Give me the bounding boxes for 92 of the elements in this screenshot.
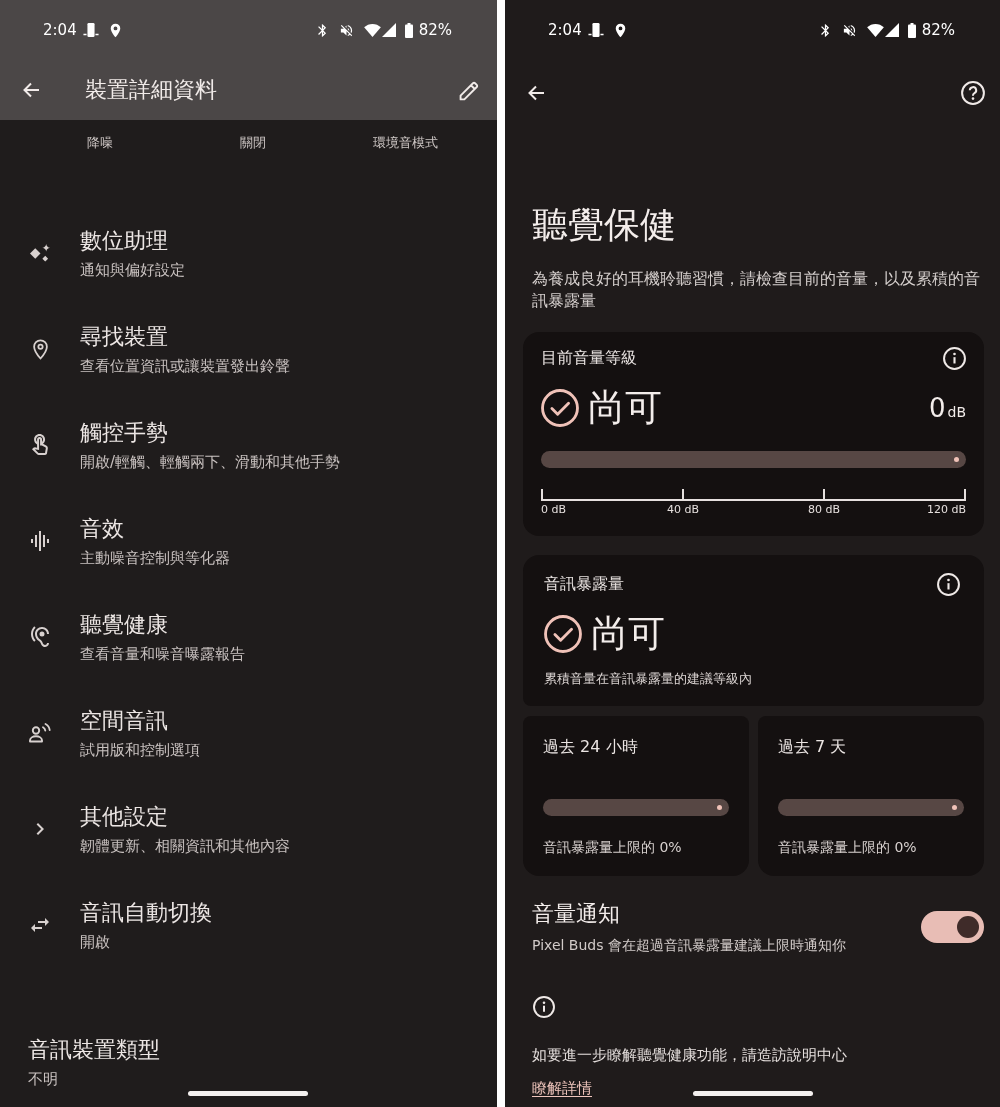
settings-item[interactable]: 聽覺健康 查看音量和噪音曝露報告 [0, 589, 497, 685]
status-text: 尚可 [588, 386, 662, 430]
back-arrow-icon [527, 85, 545, 101]
battery-icon [907, 22, 916, 38]
edit-pencil-icon [459, 79, 480, 101]
sparkle-icon [29, 243, 51, 263]
speaker-muted-icon [841, 22, 857, 38]
info-icon [943, 346, 966, 370]
settings-item-subtitle: 通知與偏好設定 [80, 259, 185, 280]
settings-item[interactable]: 尋找裝置 查看位置資訊或讓裝置發出鈴聲 [0, 301, 497, 397]
period-label: 過去 7 天 [778, 736, 847, 758]
settings-item[interactable]: 音訊自動切換 開啟 [0, 877, 497, 973]
location-pin-icon [32, 338, 48, 360]
settings-item[interactable]: 音效 主動噪音控制與等化器 [0, 493, 497, 589]
setting-title: 音量通知 [532, 900, 620, 928]
phone-icon [587, 22, 604, 38]
period-label: 過去 24 小時 [543, 736, 638, 758]
status-time: 2:04 [43, 21, 77, 39]
speaker-muted-icon [338, 22, 354, 38]
phone-icon [82, 22, 99, 38]
settings-item[interactable]: 空間音訊 試用版和控制選項 [0, 685, 497, 781]
help-icon [961, 81, 985, 105]
info-icon [533, 996, 555, 1018]
battery-level: 82% [921, 21, 955, 39]
info-button[interactable] [943, 346, 966, 370]
settings-item-subtitle: 開啟/輕觸、輕觸兩下、滑動和其他手勢 [80, 451, 341, 472]
scale-label: 40 dB [667, 503, 699, 517]
card-label: 音訊暴露量 [544, 573, 624, 595]
device-type-item[interactable]: 音訊裝置類型 不明 [0, 1036, 188, 1089]
ear-icon [28, 625, 52, 649]
settings-item-title: 空間音訊 [80, 706, 169, 735]
info-icon [937, 572, 960, 596]
settings-item-title: 觸控手勢 [80, 418, 169, 447]
status-text: 尚可 [591, 612, 665, 656]
settings-item[interactable]: 其他設定 韌體更新、相關資訊和其他內容 [0, 781, 497, 877]
settings-item-title: 尋找裝置 [80, 322, 169, 351]
check-circle-icon [541, 389, 579, 427]
settings-item-title: 音訊自動切換 [80, 898, 212, 927]
card-label: 目前音量等級 [541, 347, 637, 369]
period-caption: 音訊暴露量上限的 0% [778, 838, 917, 857]
learn-more-link[interactable]: 瞭解詳情 [532, 1077, 592, 1099]
device-type-value: 不明 [28, 1069, 59, 1089]
period-caption: 音訊暴露量上限的 0% [543, 838, 682, 857]
reading-unit: dB [947, 403, 966, 421]
status-time: 2:04 [548, 21, 582, 39]
stop-dot-icon [954, 457, 959, 462]
scale-label: 120 dB [926, 503, 966, 517]
battery-icon [404, 22, 413, 38]
device-type-title: 音訊裝置類型 [28, 1036, 160, 1064]
settings-item-title: 其他設定 [80, 802, 169, 831]
location-pin-icon [109, 22, 121, 38]
settings-item-subtitle: 查看音量和噪音曝露報告 [80, 643, 245, 664]
stop-dot-icon [717, 805, 722, 810]
scale-label: 80 dB [808, 503, 840, 517]
edit-button[interactable] [459, 79, 480, 101]
waveform-icon [28, 529, 52, 553]
settings-item-title: 數位助理 [80, 226, 169, 255]
settings-item-subtitle: 查看位置資訊或讓裝置發出鈴聲 [80, 355, 290, 376]
back-button[interactable] [527, 85, 545, 101]
settings-item-title: 音效 [80, 514, 125, 543]
settings-item-subtitle: 開啟 [80, 931, 111, 952]
page-description: 為養成良好的耳機聆聽習慣，請檢查目前的音量，以及累積的音訊暴露量 [532, 269, 981, 312]
wifi-icon [363, 24, 381, 37]
settings-item-subtitle: 韌體更新、相關資訊和其他內容 [80, 835, 290, 856]
signal-icon [381, 23, 396, 37]
page-title: 聽覺保健 [532, 203, 676, 247]
back-button[interactable] [22, 82, 40, 98]
mode-label: 降噪 [86, 133, 115, 152]
wifi-icon [866, 24, 884, 37]
settings-item-subtitle: 試用版和控制選項 [80, 739, 200, 760]
settings-item[interactable]: 觸控手勢 開啟/輕觸、輕觸兩下、滑動和其他手勢 [0, 397, 497, 493]
card-note: 累積音量在音訊暴露量的建議等級內 [544, 670, 752, 688]
settings-item-subtitle: 主動噪音控制與等化器 [80, 547, 230, 568]
help-text: 如要進一步瞭解聽覺健康功能，請造訪說明中心 [532, 1046, 847, 1065]
signal-icon [884, 23, 899, 37]
stop-dot-icon [952, 805, 957, 810]
mode-label: 環境音模式 [372, 133, 440, 152]
info-button[interactable] [937, 572, 960, 596]
setting-description: Pixel Buds 會在超過音訊暴露量建議上限時通知你 [532, 936, 846, 955]
back-arrow-icon [22, 82, 40, 98]
person-sound-icon [29, 723, 51, 743]
settings-item[interactable]: 數位助理 通知與偏好設定 [0, 205, 497, 301]
location-pin-icon [614, 22, 626, 38]
settings-item-title: 聽覺健康 [80, 610, 169, 639]
mode-label: 關閉 [239, 133, 267, 152]
notification-switch[interactable] [921, 911, 984, 943]
battery-level: 82% [418, 21, 452, 39]
scale-label: 0 dB [541, 503, 567, 517]
level-reading: 0 [928, 393, 946, 423]
page-title: 裝置詳細資料 [85, 76, 217, 104]
check-circle-icon [544, 615, 582, 653]
help-button[interactable] [961, 81, 985, 105]
